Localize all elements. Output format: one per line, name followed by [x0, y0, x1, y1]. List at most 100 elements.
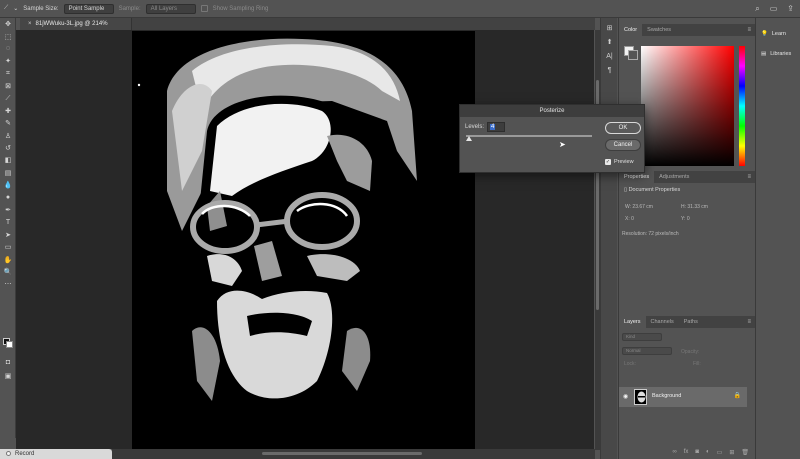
- visibility-eye-icon[interactable]: ◉: [623, 393, 628, 400]
- panel-menu-icon[interactable]: ≡: [747, 24, 751, 36]
- eraser-tool-icon[interactable]: ◧: [0, 154, 16, 166]
- layer-row-background[interactable]: ◉ Background 🔒: [619, 387, 747, 407]
- workspace-icon[interactable]: ▭: [770, 4, 778, 14]
- right-panels: Color Swatches ≡ Properties Adjustments …: [618, 18, 755, 459]
- ok-button[interactable]: OK: [605, 122, 641, 134]
- learn-libraries-column: 💡 Learn ▤ Libraries: [755, 18, 800, 459]
- tools-panel: ✥ ⬚ ◌ ✦ ⌗ ⊠ ⟋ ✚ ✎ ♙ ↺ ◧ ▤ 💧 ● ✒ T ➤ ▭ ✋ …: [0, 18, 16, 438]
- levels-value: 4: [490, 124, 496, 130]
- stamp-tool-icon[interactable]: ♙: [0, 130, 16, 142]
- tab-layers[interactable]: Layers: [619, 316, 646, 328]
- search-icon[interactable]: ⌕: [755, 4, 759, 14]
- fx-icon[interactable]: fx: [684, 449, 689, 456]
- sample-select[interactable]: All Layers: [145, 3, 196, 14]
- top-right-icons: ⌕ ▭ ⇪: [755, 4, 794, 14]
- learn-label: Learn: [771, 31, 786, 37]
- history-panel-icon[interactable]: ⊞: [601, 22, 618, 36]
- group-icon[interactable]: ▭: [717, 449, 723, 456]
- opacity-label: Opacity:: [681, 349, 700, 355]
- layer-filter-select[interactable]: Kind: [622, 333, 662, 341]
- preview-checkbox[interactable]: ✓: [605, 159, 611, 165]
- adjust-panel-icon[interactable]: ⬆: [601, 36, 618, 50]
- blend-mode-select[interactable]: Normal: [622, 347, 672, 355]
- character-panel-icon[interactable]: A|: [601, 50, 618, 64]
- layers-panel-footer: ∞ fx ◙ ◐ ▭ ⊞ 🗑: [619, 449, 755, 456]
- learn-button[interactable]: 💡 Learn: [756, 24, 800, 44]
- levels-input[interactable]: 4: [487, 122, 505, 132]
- posterized-portrait-image: [132, 31, 475, 449]
- libraries-button[interactable]: ▤ Libraries: [756, 44, 800, 64]
- levels-slider-track[interactable]: [466, 135, 592, 137]
- resolution-value: Resolution: 72 pixels/inch: [622, 231, 679, 237]
- lightbulb-icon: 💡: [761, 31, 768, 37]
- properties-panel: Properties Adjustments ≡ ▯ Document Prop…: [619, 171, 755, 329]
- shape-tool-icon[interactable]: ▭: [0, 241, 16, 253]
- collapsed-panel-dock: ⊞ ⬆ A| ¶: [600, 18, 617, 459]
- levels-label: Levels:: [465, 124, 485, 130]
- tab-channels[interactable]: Channels: [646, 316, 679, 328]
- pen-tool-icon[interactable]: ✒: [0, 204, 16, 216]
- frame-tool-icon[interactable]: ⊠: [0, 80, 16, 92]
- gradient-tool-icon[interactable]: ▤: [0, 167, 16, 179]
- more-tools-icon[interactable]: ⋯: [0, 278, 16, 290]
- height-value: H: 31.33 cm: [681, 204, 708, 210]
- magic-wand-tool-icon[interactable]: ✦: [0, 55, 16, 67]
- link-layers-icon[interactable]: ∞: [672, 449, 676, 456]
- libraries-label: Libraries: [770, 51, 792, 57]
- options-bar: ⟋ ⌄ Sample Size: Point Sample Sample: Al…: [0, 0, 800, 18]
- eyedropper-icon[interactable]: ⟋: [0, 92, 16, 104]
- history-brush-icon[interactable]: ↺: [0, 142, 16, 154]
- sample-size-select[interactable]: Point Sample: [63, 3, 114, 14]
- levels-slider-thumb[interactable]: [466, 136, 472, 141]
- marquee-tool-icon[interactable]: ⬚: [0, 30, 16, 42]
- fill-label: Fill:: [693, 361, 701, 367]
- healing-brush-icon[interactable]: ✚: [0, 105, 16, 117]
- layers-panel-tabs: Layers Channels Paths ≡: [619, 316, 755, 328]
- tab-swatches[interactable]: Swatches: [642, 24, 676, 36]
- background-color-swatch[interactable]: [6, 341, 13, 348]
- layer-thumbnail: [634, 389, 647, 405]
- lasso-tool-icon[interactable]: ◌: [0, 43, 16, 55]
- eyedropper-tool-icon[interactable]: ⟋: [4, 5, 8, 12]
- panel-menu-icon[interactable]: ≡: [747, 171, 751, 183]
- close-tab-icon[interactable]: ×: [28, 21, 32, 27]
- paragraph-panel-icon[interactable]: ¶: [601, 64, 618, 78]
- color-background-swatch[interactable]: [628, 50, 638, 60]
- type-tool-icon[interactable]: T: [0, 216, 16, 228]
- cancel-button[interactable]: Cancel: [605, 139, 641, 151]
- color-panel-tabs: Color Swatches ≡: [619, 24, 755, 36]
- image-canvas[interactable]: [132, 31, 475, 449]
- show-sampling-ring-checkbox[interactable]: [200, 5, 208, 12]
- document-tab[interactable]: ×81jWWuku-3L.jpg @ 214% (Gray/8) *: [20, 18, 132, 39]
- posterize-dialog: Posterize Levels: 4 OK Cancel ✓ Preview: [459, 104, 645, 173]
- record-bar[interactable]: Record: [0, 449, 112, 459]
- adjustment-layer-icon[interactable]: ◐: [706, 449, 710, 456]
- screen-mode-icon[interactable]: ▣: [0, 370, 16, 382]
- blur-tool-icon[interactable]: 💧: [0, 179, 16, 191]
- lock-icon[interactable]: 🔒: [734, 392, 741, 399]
- new-layer-icon[interactable]: ⊞: [729, 449, 734, 456]
- tab-paths[interactable]: Paths: [679, 316, 703, 328]
- y-value: Y: 0: [681, 216, 690, 222]
- hue-slider[interactable]: [739, 46, 745, 166]
- tab-color[interactable]: Color: [619, 24, 643, 36]
- zoom-tool-icon[interactable]: 🔍: [0, 266, 16, 278]
- trash-icon[interactable]: 🗑: [741, 449, 749, 456]
- document-properties-label: Document Properties: [628, 187, 681, 193]
- share-icon[interactable]: ⇪: [787, 4, 794, 14]
- layers-panel: Layers Channels Paths ≡ Kind Normal Opac…: [619, 316, 755, 459]
- color-picker-field[interactable]: [641, 46, 734, 166]
- path-selection-icon[interactable]: ➤: [0, 229, 16, 241]
- hand-tool-icon[interactable]: ✋: [0, 253, 16, 265]
- crop-tool-icon[interactable]: ⌗: [0, 68, 16, 80]
- horizontal-scroll-thumb[interactable]: [262, 452, 422, 455]
- brush-tool-icon[interactable]: ✎: [0, 117, 16, 129]
- add-mask-icon[interactable]: ◙: [695, 449, 699, 456]
- tool-preset-chevron-icon[interactable]: ⌄: [13, 5, 18, 12]
- dodge-tool-icon[interactable]: ●: [0, 191, 16, 203]
- quick-mask-icon[interactable]: ◘: [0, 356, 16, 368]
- move-tool-icon[interactable]: ✥: [0, 18, 16, 30]
- preview-option[interactable]: ✓ Preview: [605, 159, 634, 165]
- panel-menu-icon[interactable]: ≡: [747, 316, 751, 328]
- tab-adjustments[interactable]: Adjustments: [654, 171, 694, 183]
